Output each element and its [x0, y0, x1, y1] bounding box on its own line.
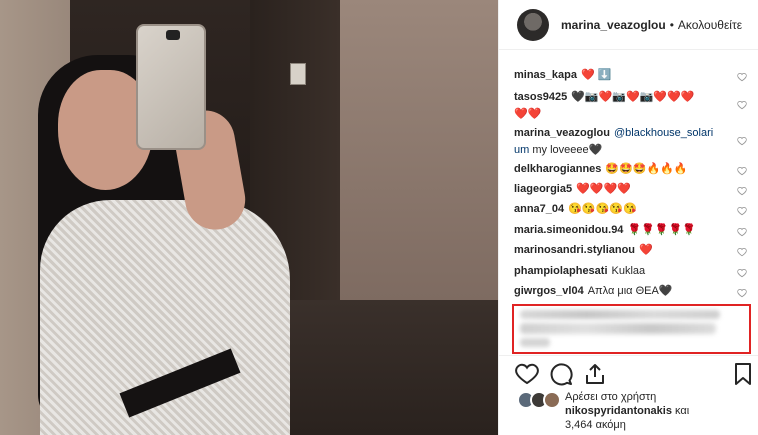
comment-username[interactable]: minas_kapa: [514, 69, 577, 81]
avatar[interactable]: [517, 8, 549, 41]
comment-username[interactable]: marinosandri.stylianou: [514, 244, 635, 256]
likes-and: και: [675, 405, 690, 417]
comment-username[interactable]: giwrgos_vl04: [514, 285, 584, 297]
liker-avatars[interactable]: [517, 391, 561, 409]
comment-text: ❤️ ⬇️: [580, 69, 612, 81]
comment-partial: [514, 53, 739, 63]
wall-right: [330, 0, 498, 300]
heart-icon[interactable]: [737, 166, 747, 176]
likes-count[interactable]: 3,464 ακόμη: [565, 419, 626, 431]
comment-username[interactable]: marina_veazoglou: [514, 127, 610, 139]
comment-icon[interactable]: [549, 362, 573, 386]
comment: phampiolaphesati Kuklaa: [514, 263, 739, 280]
comment-text: Kuklaa: [611, 265, 646, 277]
header-separator: •: [669, 17, 674, 32]
comment-username[interactable]: delkharogiannes: [514, 163, 601, 175]
post-header: marina_veazoglou • Ακολουθείτε: [499, 0, 758, 50]
comment-text: my loveeee🖤: [532, 144, 603, 156]
comment-text: 🌹🌹🌹🌹🌹: [627, 224, 696, 236]
action-bar: [499, 355, 758, 387]
bookmark-icon[interactable]: [731, 362, 755, 386]
comment: tasos9425 🖤📷❤️📷❤️📷❤️❤️❤️ ❤️❤️: [514, 89, 739, 123]
comment-username[interactable]: maria.simeonidou.94: [514, 224, 623, 236]
avatar: [543, 391, 561, 409]
comment-mention-continued[interactable]: um: [514, 144, 529, 156]
comment: anna7_04 😘😘😘😘😘: [514, 201, 739, 218]
comment: marinosandri.stylianou ❤️: [514, 242, 739, 259]
comment-username[interactable]: phampiolaphesati: [514, 265, 608, 277]
comment-text: 🖤📷❤️📷❤️📷❤️❤️❤️: [571, 91, 695, 103]
heart-outline-icon[interactable]: [515, 362, 539, 386]
heart-icon[interactable]: [737, 247, 747, 257]
share-icon[interactable]: [583, 362, 607, 386]
comment-text: Απλα μια ΘΕΑ🖤: [587, 285, 673, 297]
blurred-text: [520, 338, 550, 347]
liker-username[interactable]: nikospyridantonakis: [565, 405, 672, 417]
highlighted-blurred-comment: [512, 304, 751, 354]
comment: maria.simeonidou.94 🌹🌹🌹🌹🌹: [514, 222, 739, 239]
comment: delkharogiannes 🤩🤩🤩🔥🔥🔥: [514, 161, 739, 178]
likes-user-line: nikospyridantonakis και: [565, 405, 689, 417]
heart-icon[interactable]: [737, 186, 747, 196]
comment-text: ❤️: [639, 244, 653, 256]
comment-text-continued: ❤️❤️: [514, 108, 542, 120]
light-switch: [290, 63, 306, 85]
heart-icon[interactable]: [737, 288, 747, 298]
header-username[interactable]: marina_veazoglou: [561, 18, 666, 32]
comment-username[interactable]: anna7_04: [514, 203, 564, 215]
phone: [136, 24, 206, 150]
phone-camera: [166, 30, 180, 40]
likes-section: Αρέσει στο χρήστη nikospyridantonakis κα…: [499, 388, 758, 435]
heart-icon[interactable]: [737, 72, 747, 82]
comment: minas_kapa ❤️ ⬇️: [514, 67, 739, 84]
post-sidebar: marina_veazoglou • Ακολουθείτε minas_kap…: [498, 0, 758, 435]
comment: marina_veazoglou @blackhouse_solari um my…: [514, 125, 739, 159]
comment: liageorgia5 ❤️❤️❤️❤️: [514, 181, 739, 198]
post-photo[interactable]: [0, 0, 498, 435]
comment-username[interactable]: liageorgia5: [514, 183, 572, 195]
heart-icon[interactable]: [737, 136, 747, 146]
comment-mention[interactable]: @blackhouse_solari: [614, 127, 713, 139]
heart-icon[interactable]: [737, 206, 747, 216]
blurred-text: [520, 310, 720, 319]
comment-text: ❤️❤️❤️❤️: [576, 183, 631, 195]
follow-button[interactable]: Ακολουθείτε: [678, 18, 742, 32]
comment-username[interactable]: tasos9425: [514, 91, 567, 103]
comment-text: 🤩🤩🤩🔥🔥🔥: [605, 163, 688, 175]
likes-text: Αρέσει στο χρήστη: [565, 391, 657, 403]
blurred-text: [520, 323, 716, 334]
heart-icon[interactable]: [737, 268, 747, 278]
heart-icon[interactable]: [737, 100, 747, 110]
heart-icon[interactable]: [737, 227, 747, 237]
comment-text: 😘😘😘😘😘: [568, 203, 637, 215]
comment: giwrgos_vl04 Απλα μια ΘΕΑ🖤: [514, 283, 739, 300]
